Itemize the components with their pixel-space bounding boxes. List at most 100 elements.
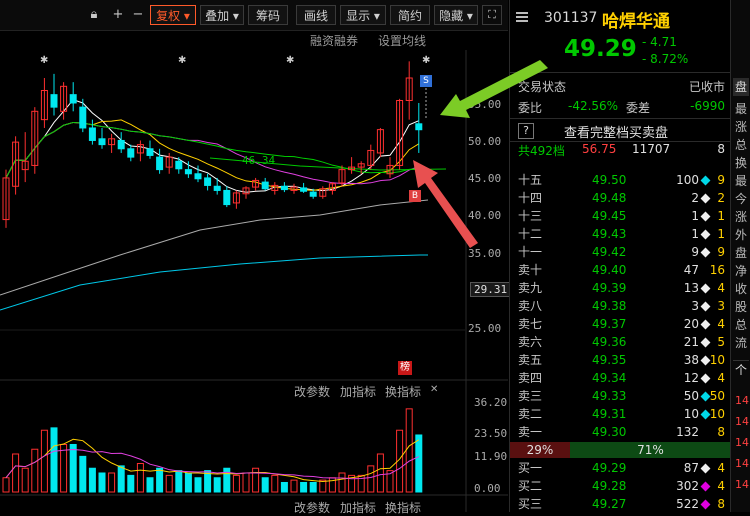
status-value: 已收市 xyxy=(688,80,725,94)
price-change-value: 4.71 xyxy=(650,35,677,49)
volume-bar xyxy=(146,477,154,493)
jianyue-button[interactable]: 简约 xyxy=(390,5,430,25)
order-book-row[interactable]: 卖五 49.35 38 10 xyxy=(510,352,731,369)
diamond-icon xyxy=(700,373,711,384)
level-label: 买二 xyxy=(518,479,543,493)
price-label: 55.00 xyxy=(468,98,502,111)
price-pct: - 8.72% xyxy=(642,52,689,66)
order-book-row[interactable]: 卖十 49.40 47 16 xyxy=(510,262,731,279)
candle-body xyxy=(146,148,154,156)
order-book-row[interactable]: 十一 49.42 9 9 xyxy=(510,244,731,261)
help-icon[interactable]: ? xyxy=(518,123,534,139)
level-count: 10 xyxy=(709,407,725,421)
level-price: 49.31 xyxy=(592,407,627,421)
zoom-in-icon[interactable]: + xyxy=(108,5,128,25)
order-book-row[interactable]: 十三 49.45 1 1 xyxy=(510,208,731,225)
volume-bar xyxy=(261,477,269,493)
order-book-row[interactable]: 十五 49.50 100 9 xyxy=(510,172,731,189)
lock-icon[interactable]: 🔒︎ xyxy=(84,5,104,25)
order-book-row[interactable]: 买二 49.28 302 4 xyxy=(510,478,731,495)
level-count: 4 xyxy=(717,461,725,475)
level-price: 49.43 xyxy=(592,227,627,241)
jiazhibiao-button[interactable]: 加指标 xyxy=(340,383,376,400)
candle-body xyxy=(261,181,269,190)
gaicanshu-button[interactable]: 改参数 xyxy=(294,383,330,400)
chart-toolbar: 🔒︎ + − 复权 ▾ 叠加 ▾ 筹码 画线 显示 ▾ 简约 隐藏 ▾ ⛶ xyxy=(0,0,508,31)
order-book-row[interactable]: 十二 49.43 1 1 xyxy=(510,226,731,243)
book-max-price: 56.75 xyxy=(582,142,617,156)
level-price: 49.36 xyxy=(592,335,627,349)
book-total-cnt: 8 xyxy=(717,142,725,156)
fullscreen-icon[interactable]: ⛶ xyxy=(482,5,502,25)
close-icon[interactable]: ✕ xyxy=(430,384,438,395)
level-volume: 3 xyxy=(691,299,699,313)
side-tab-pan[interactable]: 盘 xyxy=(733,78,749,96)
side-label: 外 xyxy=(735,228,748,242)
yincang-dropdown[interactable]: 隐藏 ▾ xyxy=(434,5,478,25)
divider xyxy=(510,72,731,73)
diamond-icon xyxy=(700,193,711,204)
candle-body xyxy=(280,185,288,191)
zoom-out-icon[interactable]: − xyxy=(128,5,148,25)
level-count: 8 xyxy=(717,425,725,439)
order-book-row[interactable]: 卖六 49.36 21 5 xyxy=(510,334,731,351)
volume-bar xyxy=(108,472,116,493)
side-label: 收 xyxy=(735,282,748,296)
candle-body xyxy=(98,138,106,146)
jiazhibiao-button-2[interactable]: 加指标 xyxy=(340,499,376,516)
level-label: 卖二 xyxy=(518,407,543,421)
full-book-link[interactable]: 查看完整档买卖盘 xyxy=(564,122,668,141)
gaicanshu-button-2[interactable]: 改参数 xyxy=(294,499,330,516)
volume-bar xyxy=(242,472,250,493)
level-count: 5 xyxy=(717,335,725,349)
huaxian-button[interactable]: 画线 xyxy=(296,5,336,25)
huanzhibiao-button-2[interactable]: 换指标 xyxy=(385,499,421,516)
chouma-button[interactable]: 筹码 xyxy=(248,5,288,25)
rongzi-link[interactable]: 融资融券 xyxy=(310,32,358,49)
volume-label: 36.20 xyxy=(474,396,508,409)
menu-icon[interactable] xyxy=(516,10,528,24)
candle-body xyxy=(300,187,308,192)
volume-ma-10 xyxy=(5,449,420,480)
level-volume: 2 xyxy=(691,191,699,205)
side-num: 14 xyxy=(735,415,749,428)
level-count: 3 xyxy=(717,299,725,313)
order-book-row[interactable]: 卖七 49.37 20 4 xyxy=(510,316,731,333)
huanzhibiao-button[interactable]: 换指标 xyxy=(385,383,421,400)
fuquan-label: 复权 xyxy=(156,9,181,23)
kline-chart[interactable]: ✱ ✱ ✱ ✱ 55.00 50.00 45.00 40.00 35.00 29.31… xyxy=(0,50,512,515)
candle-body xyxy=(184,169,192,175)
volume-bar xyxy=(136,462,144,493)
volume-bar xyxy=(376,453,384,493)
volume-bar xyxy=(175,470,183,493)
bang-badge[interactable]: 榜 xyxy=(398,361,412,375)
buy-ratio-bar: 71% xyxy=(570,442,731,458)
level-count: 9 xyxy=(717,173,725,187)
order-book-row[interactable]: 卖三 49.33 50 50 xyxy=(510,388,731,405)
weibi-value: -42.56% xyxy=(568,99,619,113)
level-price: 49.48 xyxy=(592,191,627,205)
diejia-dropdown[interactable]: 叠加 ▾ xyxy=(200,5,244,25)
order-book-row[interactable]: 卖八 49.38 3 3 xyxy=(510,298,731,315)
volume-bar xyxy=(280,481,288,493)
kline-svg: ✱ ✱ ✱ ✱ xyxy=(0,50,508,512)
order-book-row[interactable]: 十四 49.48 2 2 xyxy=(510,190,731,207)
order-book-row[interactable]: 卖一 49.30 132 8 xyxy=(510,424,731,441)
candle-body xyxy=(309,191,317,197)
order-book-row[interactable]: 买一 49.29 87 4 xyxy=(510,460,731,477)
volume-bar xyxy=(40,429,48,493)
order-book-row[interactable]: 卖四 49.34 12 4 xyxy=(510,370,731,387)
ma-line-60 xyxy=(0,199,429,296)
xianshi-label: 显示 xyxy=(346,9,371,23)
order-book-row[interactable]: 卖二 49.31 10 10 xyxy=(510,406,731,423)
level-volume: 20 xyxy=(683,317,699,331)
candle-body xyxy=(156,156,164,171)
xianshi-dropdown[interactable]: 显示 ▾ xyxy=(340,5,386,25)
order-book-row[interactable]: 卖九 49.39 13 4 xyxy=(510,280,731,297)
ask-list: 十五 49.50 100 9 十四 49.48 2 2 十三 49.45 1 1 十二 49.43 1 1 十一… xyxy=(510,172,731,442)
event-marker-icon: ✱ xyxy=(286,55,294,66)
shezhi-link[interactable]: 设置均线 xyxy=(378,32,426,49)
order-book-row[interactable]: 买三 49.27 522 8 xyxy=(510,496,731,513)
side-tab-ge[interactable]: 个 xyxy=(733,360,749,379)
fuquan-dropdown[interactable]: 复权 ▾ xyxy=(150,5,196,25)
